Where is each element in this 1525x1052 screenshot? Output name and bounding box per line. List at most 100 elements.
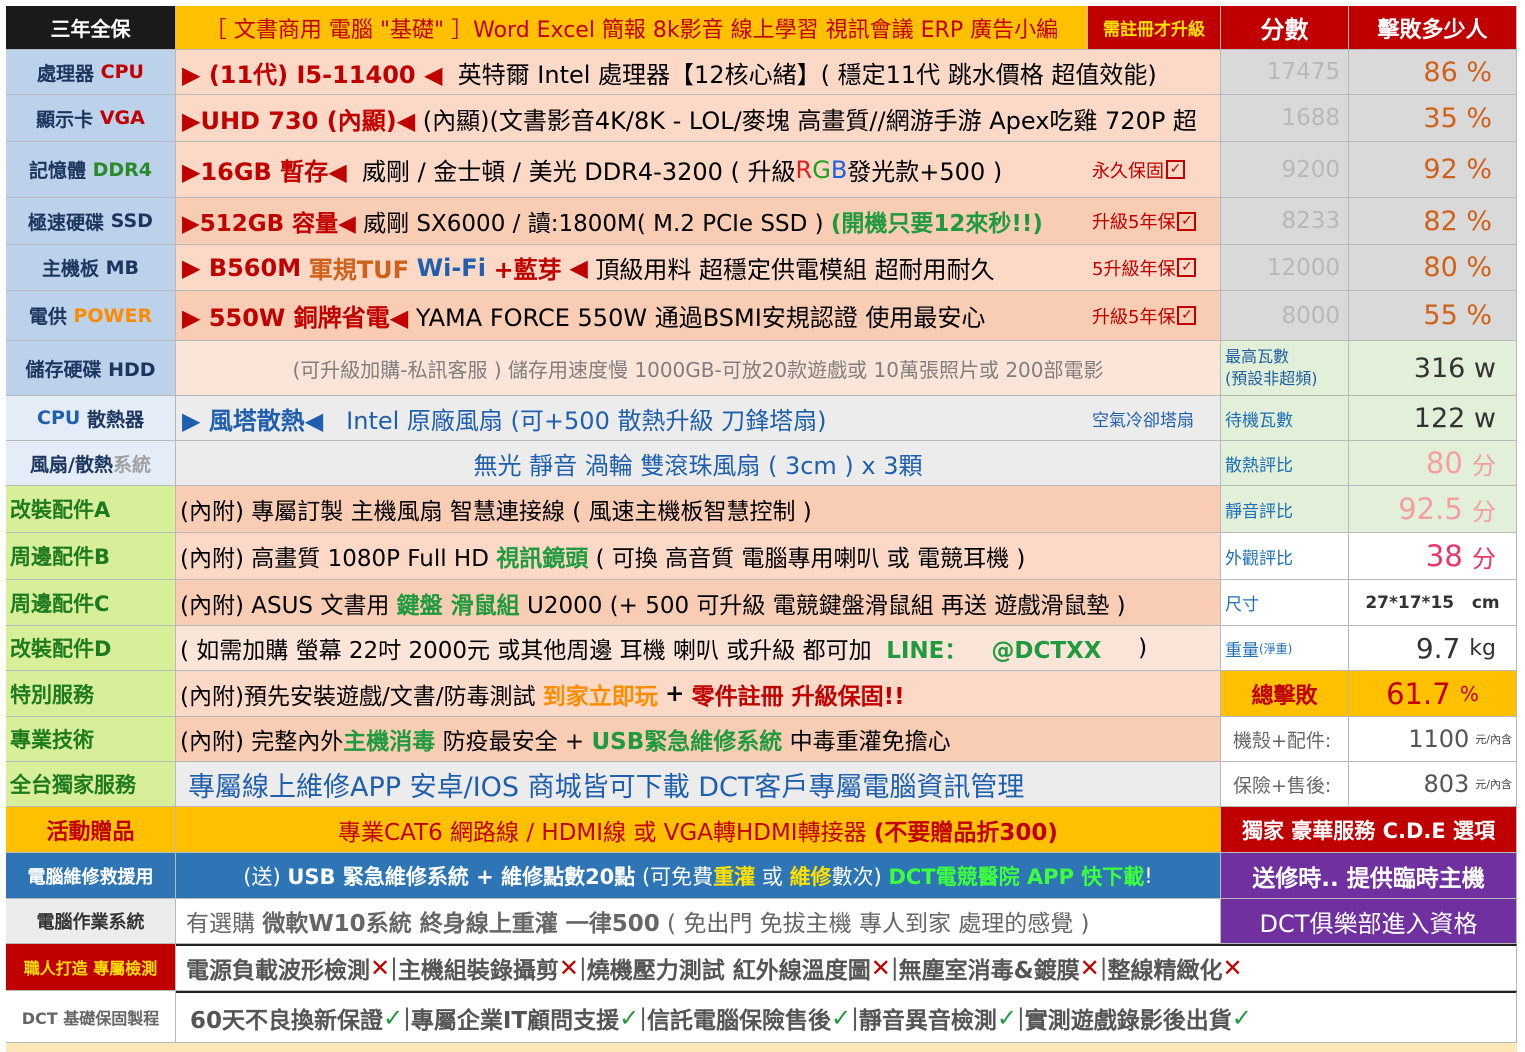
size-label: 尺寸 <box>1221 580 1349 626</box>
luxury-service-option: 獨家 豪華服務 C.D.E 選項 <box>1221 807 1517 853</box>
accessory-c-label: 周邊配件C <box>6 580 176 626</box>
appearance-rating-value: 38 分 <box>1349 533 1517 580</box>
basic-item: 60天不良換新保證 <box>190 1007 384 1034</box>
idle-watt-label: 待機瓦數 <box>1221 396 1349 441</box>
exclusive-service-spec: 專屬線上維修APP 安卓/IOS 商城皆可下載 DCT客戶專屬電腦資訊管理 <box>176 762 1221 807</box>
cooler-label: CPU 散熱器 <box>6 396 176 441</box>
gift-spec: 專業CAT6 網路線 / HDMI線 或 VGA轉HDMI轉接器 (不要贈品折3… <box>176 807 1221 853</box>
accessory-b-label: 周邊配件B <box>6 533 176 580</box>
cross-icon: ✕ <box>1222 954 1243 982</box>
vga-score: 1688 <box>1221 95 1349 142</box>
appearance-rating-label: 外觀評比 <box>1221 533 1349 580</box>
cooler-tag: 空氣冷卻塔扇 <box>1088 396 1221 441</box>
silence-rating-label: 靜音評比 <box>1221 486 1349 533</box>
max-watt-value: 316 w <box>1349 341 1517 396</box>
temp-pc-option: 送修時.. 提供臨時主機 <box>1221 853 1517 899</box>
cooler-spec: ▶ 風塔散熱◀ Intel 原廠風扇 (可+500 散熱升級 刀鋒塔扇) <box>176 396 1088 441</box>
hdd-label: 儲存硬碟 HDD <box>6 341 176 396</box>
register-note: 需註冊才升級 <box>1088 6 1221 50</box>
psu-score: 8000 <box>1221 291 1349 341</box>
ssd-warranty: 升級5年保 ✓ <box>1088 198 1221 245</box>
max-watt-label: 最高瓦數 (預設非超頻) <box>1221 341 1349 396</box>
case-cost-value: 1100 元/內含 <box>1349 717 1517 762</box>
check-icon: ✓ <box>996 1003 1017 1032</box>
mb-score: 12000 <box>1221 245 1349 291</box>
size-value: 27*17*15 cm <box>1349 580 1517 626</box>
special-service-spec: (內附)預先安裝遊戲/文書/防毒測試 到家立即玩 + 零件註冊 升級保固!! <box>176 671 1221 717</box>
check-icon: ✓ <box>1177 306 1197 325</box>
check-icon: ✓ <box>1166 160 1185 179</box>
accessory-c-spec: (內附) ASUS 文書用 鍵盤 滑鼠組 U2000 (+ 500 可升級 電競… <box>176 580 1221 626</box>
basic-item: 實測遊戲錄影後出貨 <box>1024 1007 1232 1034</box>
basic-item: 專屬企業IT顧問支援 <box>410 1007 620 1034</box>
repair-spec: (送) USB 緊急維修系統 + 維修點數20點 (可免費 重灌 或 維修 數次) … <box>176 853 1221 899</box>
mb-spec: ▶ B560M 軍規TUF Wi-Fi +藍芽 ◀ 頂級用料 超穩定供電模組 超… <box>176 245 1088 291</box>
os-spec: 有選購 微軟W10系統 終身線上重灌 一律500 ( 免出門 免拔主機 專人到家… <box>176 899 1221 944</box>
psu-label: 電供 POWER <box>6 291 176 341</box>
accessory-d-spec: ( 如需加購 螢幕 22吋 2000元 或其他周邊 耳機 喇叭 或升級 都可加 … <box>176 626 1221 671</box>
basic-label: DCT 基礎保固製程 <box>6 991 176 1043</box>
ssd-spec: ▶512GB 容量◀ 威剛 SX6000 / 讀:1800M( M.2 PCIe… <box>176 198 1088 245</box>
basic-item: 靜音異音檢測 <box>858 1007 997 1034</box>
separator: | <box>890 955 899 981</box>
ram-score: 9200 <box>1221 142 1349 198</box>
accessory-a-spec: (內附) 專屬訂製 主機風扇 智慧連接線 ( 風速主機板智慧控制 ) <box>176 486 1221 533</box>
basic-list: 60天不良換新保證 ✓ | 專屬企業IT顧問支援 ✓ | 信託電腦保險售後 ✓ … <box>176 991 1517 1043</box>
weight-label: 重量 (淨重) <box>1221 626 1349 671</box>
cpu-percent: 86 % <box>1349 50 1517 95</box>
separator: | <box>578 955 587 981</box>
cross-icon: ✕ <box>370 954 391 982</box>
ssd-label: 極速硬碟 SSD <box>6 198 176 245</box>
ram-spec: ▶16GB 暫存◀ 威剛 / 金士頓 / 美光 DDR4-3200 ( 升級 R G… <box>176 142 1088 198</box>
inspect-item: 無塵室消毒&鍍膜 <box>898 958 1080 984</box>
score-header: 分數 <box>1221 6 1349 50</box>
inspect-label: 職人打造 專屬檢測 <box>6 944 176 991</box>
check-icon: ✓ <box>830 1003 852 1032</box>
fan-spec: 無光 靜音 渦輪 雙滾珠風扇 ( 3cm ) x 3顆 <box>176 441 1221 486</box>
os-label: 電腦作業系統 <box>6 899 176 944</box>
separator: | <box>403 1004 411 1031</box>
cpu-score: 17475 <box>1221 50 1349 95</box>
vga-spec: ▶UHD 730 (內顯)◀ (內顯)(文書影音4K/8K - LOL/麥塊 高… <box>176 95 1221 142</box>
mb-percent: 80 % <box>1349 245 1517 291</box>
psu-warranty: 升級5年保 ✓ <box>1088 291 1221 341</box>
bottom-strip <box>6 1043 1517 1052</box>
vga-label: 顯示卡 VGA <box>6 95 176 142</box>
club-option: DCT俱樂部進入資格 <box>1221 899 1517 944</box>
mb-warranty: 5升級年保 ✓ <box>1088 245 1221 291</box>
silence-rating-value: 92.5 分 <box>1349 486 1517 533</box>
ram-warranty: 永久保固 ✓ <box>1088 142 1221 198</box>
mb-label: 主機板 MB <box>6 245 176 291</box>
vga-percent: 35 % <box>1349 95 1517 142</box>
tech-label: 專業技術 <box>6 717 176 762</box>
ssd-percent: 82 % <box>1349 198 1517 245</box>
psu-spec: ▶ 550W 銅牌省電◀ YAMA FORCE 550W 通過BSMI安規認證 … <box>176 291 1088 341</box>
accessory-d-label: 改裝配件D <box>6 626 176 671</box>
cross-icon: ✕ <box>1079 954 1100 982</box>
warranty-badge: 三年全保 <box>6 6 176 50</box>
separator: | <box>390 955 398 981</box>
total-beat-value: 61.7 % <box>1349 671 1517 717</box>
cooling-rating-value: 80 分 <box>1349 441 1517 486</box>
beat-header: 擊敗多少人 <box>1349 6 1517 50</box>
check-icon: ✓ <box>1177 211 1197 231</box>
inspect-list: 電源負載波形檢測 ✕ | 主機組裝錄攝剪 ✕ | 燒機壓力測試 紅外線溫度圖 ✕… <box>176 944 1517 991</box>
psu-percent: 55 % <box>1349 291 1517 341</box>
basic-item: 信託電腦保險售後 <box>646 1007 831 1034</box>
cpu-label: 處理器 CPU <box>6 50 176 95</box>
insurance-cost-label: 保險+售後: <box>1221 762 1349 807</box>
hdd-spec: (可升級加購-私訊客服 ) 儲存用速度慢 1000GB-可放20款遊戲或 10萬… <box>176 341 1221 396</box>
cpu-spec: ▶ (11代) I5-11400 ◀ 英特爾 Intel 處理器【12核心緒】(… <box>176 50 1221 95</box>
inspect-item: 電源負載波形檢測 <box>186 958 370 984</box>
special-service-label: 特別服務 <box>6 671 176 717</box>
accessory-b-spec: (內附) 高畫質 1080P Full HD 視訊鏡頭 ( 可換 高音質 電腦專… <box>176 533 1221 580</box>
idle-watt-value: 122 w <box>1349 396 1517 441</box>
fan-label: 風扇/散熱 系統 <box>6 441 176 486</box>
separator: | <box>1099 955 1108 981</box>
ram-label: 記憶體 DDR4 <box>6 142 176 198</box>
check-icon: ✓ <box>619 1003 640 1032</box>
exclusive-service-label: 全台獨家服務 <box>6 762 176 807</box>
ssd-score: 8233 <box>1221 198 1349 245</box>
total-beat-label: 總擊敗 <box>1221 671 1349 717</box>
inspect-item: 主機組裝錄攝剪 <box>397 958 559 984</box>
